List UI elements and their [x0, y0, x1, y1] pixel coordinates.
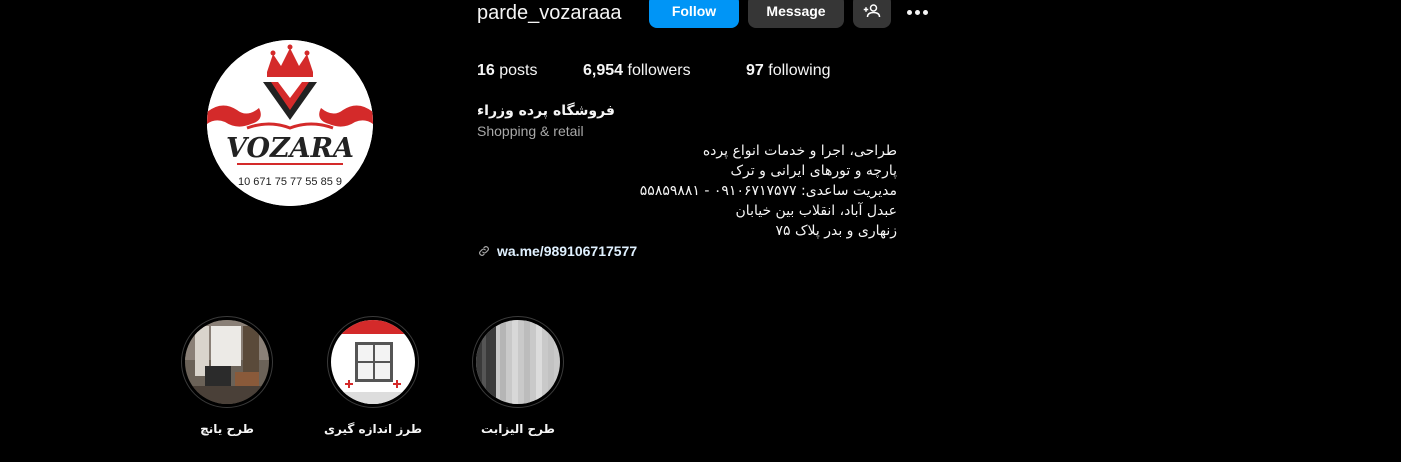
bio-line: طراحی، اجرا و خدمات انواع پرده [702, 143, 897, 159]
highlight-ring [181, 316, 273, 408]
highlight-ring [327, 316, 419, 408]
following-label: following [763, 62, 831, 79]
message-button[interactable]: Message [748, 0, 844, 28]
story-highlight[interactable]: طرح یانچ [181, 316, 273, 436]
followers-label: followers [623, 62, 691, 79]
more-icon-dot [922, 9, 928, 15]
profile-username: parde_vozaraaa [477, 2, 622, 24]
profile-bio: فروشگاه پرده وزراء Shopping & retail طرا… [477, 101, 897, 261]
follow-button[interactable]: Follow [649, 0, 739, 28]
followers-number: 6,954 [583, 62, 624, 79]
following-number: 97 [746, 62, 764, 79]
profile-avatar[interactable]: VOZARA 10 671 75 77 55 85 9 [207, 40, 373, 206]
posts-number: 16 [477, 62, 495, 79]
highlight-cover-measure [331, 320, 415, 404]
suggest-users-button[interactable] [853, 0, 891, 28]
vozara-logo: VOZARA 10 671 75 77 55 85 9 [207, 40, 373, 206]
more-icon [906, 9, 912, 15]
story-highlight[interactable]: طرح الیزابت [472, 316, 564, 436]
bio-link-text: wa.me/989106717577 [497, 243, 638, 259]
bio-category: Shopping & retail [477, 123, 584, 139]
posts-count: 16 posts [477, 61, 537, 81]
avatar-phone-text: 10 671 75 77 55 85 9 [238, 176, 342, 188]
add-user-icon [863, 4, 881, 18]
bio-line: زنهاری و بدر پلاک ۷۵ [775, 223, 898, 239]
posts-label: posts [494, 62, 538, 79]
highlight-ring [472, 316, 564, 408]
bio-line: عبدل آباد، انقلاب بین خیابان [735, 203, 897, 219]
link-icon [479, 246, 489, 256]
highlight-label: طرح الیزابت [481, 422, 555, 436]
following-link[interactable]: 97 following [746, 61, 831, 81]
avatar-brand-text: VOZARA [226, 133, 354, 164]
highlight-cover-curtain [476, 320, 560, 404]
story-highlight[interactable]: طرز اندازه گیری [324, 316, 422, 436]
bio-external-link[interactable]: wa.me/989106717577 [477, 241, 897, 261]
highlight-cover-room [185, 320, 269, 404]
followers-link[interactable]: 6,954 followers [583, 61, 691, 81]
bio-line: مدیریت ساعدی: ۰۹۱۰۶۷۱۷۵۷۷ - ۵۵۸۵۹۸۸۱ [639, 183, 897, 199]
bio-line: پارچه و تورهای ایرانی و ترک [730, 163, 897, 179]
more-options-button[interactable] [902, 3, 932, 21]
bio-full-name: فروشگاه پرده وزراء [477, 103, 615, 119]
more-icon-dot [914, 9, 920, 15]
